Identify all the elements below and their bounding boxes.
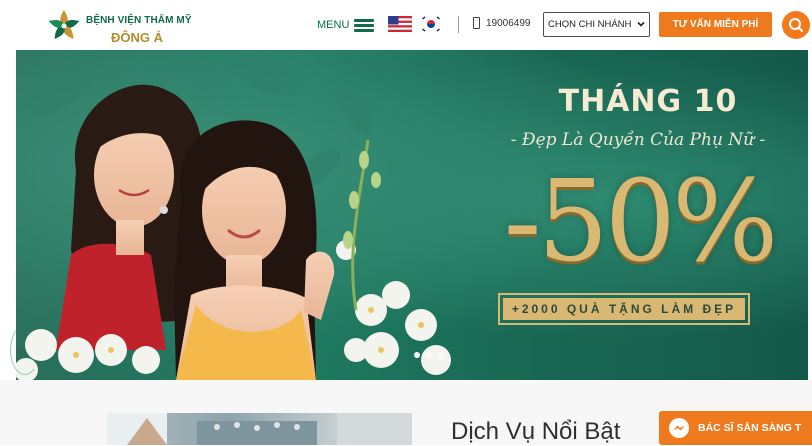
logo-flower-icon <box>48 10 80 39</box>
site-header: BỆNH VIỆN THẨM MỸ ĐÔNG Á MENU 19006499 C… <box>0 0 812 50</box>
messenger-icon <box>669 418 689 438</box>
doctor-chat-button[interactable]: BÁC SĨ SẴN SÀNG T <box>659 411 812 445</box>
promo-banner[interactable]: THÁNG 10 - Đẹp Là Quyền Của Phụ Nữ - -50… <box>16 50 808 380</box>
logo[interactable]: BỆNH VIỆN THẨM MỸ ĐÔNG Á <box>44 6 234 46</box>
featured-image[interactable] <box>107 413 412 445</box>
slider-dot[interactable] <box>426 352 432 358</box>
branch-select[interactable]: CHỌN CHI NHÁNH <box>543 12 650 37</box>
banner-gift-box: +2000 QUÀ TẶNG LÀM ĐẸP <box>498 293 750 325</box>
slider-prev-arrow-icon[interactable] <box>10 325 40 375</box>
flag-us-icon[interactable] <box>388 16 412 32</box>
logo-line2: ĐÔNG Á <box>111 30 163 45</box>
flag-korea-icon[interactable] <box>421 15 441 33</box>
slider-dot[interactable] <box>438 352 444 358</box>
doctor-chat-label: BÁC SĨ SẴN SÀNG T <box>698 422 802 434</box>
banner-discount: -50% <box>503 157 779 287</box>
search-button[interactable] <box>782 11 810 39</box>
featured-title: Dịch Vụ Nổi Bật <box>451 418 621 445</box>
banner-gift-text: +2000 QUÀ TẶNG LÀM ĐẸP <box>511 302 737 316</box>
phone-icon <box>473 17 480 29</box>
menu-button[interactable]: MENU <box>317 16 375 34</box>
hotline[interactable]: 19006499 <box>473 17 531 29</box>
free-consult-button[interactable]: TƯ VẤN MIỄN PHÍ <box>659 12 772 37</box>
header-divider <box>458 16 459 33</box>
banner-month: THÁNG 10 <box>558 84 738 119</box>
search-icon <box>789 18 804 33</box>
logo-line1: BỆNH VIỆN THẨM MỸ <box>86 15 192 26</box>
hamburger-icon <box>354 18 375 32</box>
hotline-number: 19006499 <box>486 17 531 29</box>
slider-dot[interactable] <box>414 352 420 358</box>
menu-label: MENU <box>317 19 350 31</box>
banner-slogan: - Đẹp Là Quyền Của Phụ Nữ - <box>510 130 766 150</box>
chevron-down-icon <box>637 21 645 27</box>
branch-select-value: CHỌN CHI NHÁNH <box>548 19 632 30</box>
slider-dots <box>414 352 444 358</box>
featured-image-art <box>107 413 412 445</box>
